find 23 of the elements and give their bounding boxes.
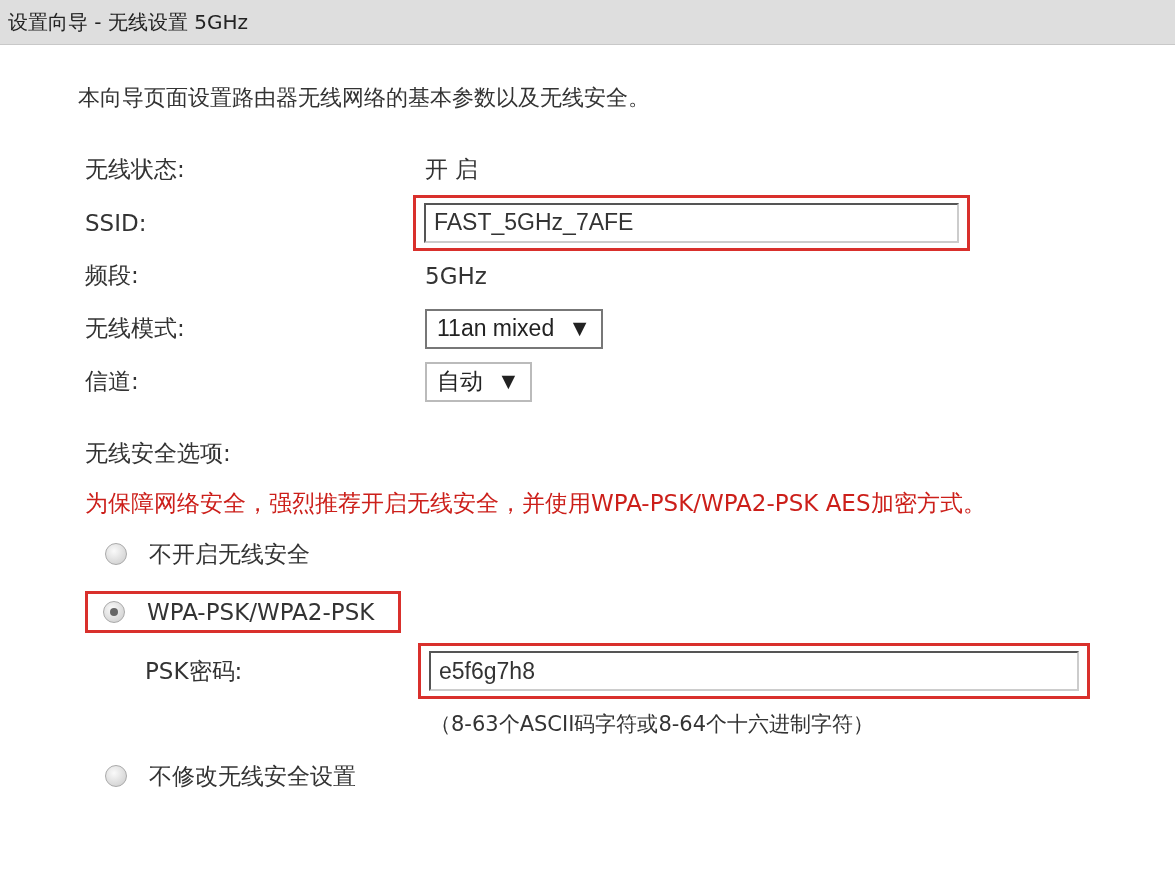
field-label: 信道: [85,367,140,396]
field-label: 频段: [85,261,140,290]
warning-text: 为保障网络安全，强烈推荐开启无线安全，并使用WPA-PSK/WPA2-PSK AES加密方式。 [85,489,987,518]
radio-label: 不开启无线安全 [149,539,310,569]
field-value: 5GHz [425,262,487,289]
field-label: PSK密码: [145,656,244,686]
dropdown[interactable]: 自动 ▼ [425,361,532,402]
radio-label: 不修改无线安全设置 [149,761,356,791]
radio-button[interactable] [103,601,125,623]
field-label: SSID: [85,209,148,236]
radio-label: WPA-PSK/WPA2-PSK [147,599,375,625]
section-label: 无线安全选项: [85,438,232,468]
radio-button[interactable] [105,765,127,787]
hint-text: （8-63个ASCII码字符或8-64个十六进制字符） [430,711,876,738]
dropdown[interactable]: 11an mixed ▼ [425,308,603,349]
field-label: 无线状态: [85,155,186,184]
intro-text: 本向导页面设置路由器无线网络的基本参数以及无线安全。 [78,84,651,112]
field-label: 无线模式: [85,314,186,343]
text-field[interactable]: FAST_5GHz_7AFE [424,202,959,243]
window-title: 设置向导 - 无线设置 5GHz [8,8,249,36]
radio-button[interactable] [105,543,127,565]
password-field[interactable]: e5f6g7h8 [429,651,1079,691]
field-value: 开 启 [425,155,479,184]
